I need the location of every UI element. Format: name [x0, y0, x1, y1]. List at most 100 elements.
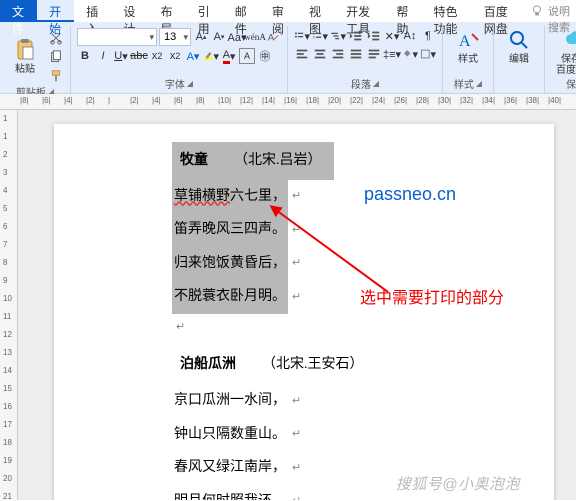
editing-button[interactable]: 编辑 — [500, 28, 538, 65]
para-mark-icon: ↵ — [292, 284, 301, 310]
para-mark-icon: ↵ — [292, 488, 301, 500]
ruler-vertical[interactable]: 1123456789101112131415161718192021 — [0, 110, 18, 500]
font-dialog-icon[interactable]: ◢ — [187, 79, 193, 88]
tab-layout[interactable]: 布局 — [149, 0, 186, 22]
poem2-line-3[interactable]: 春风又绿江南岸， — [172, 451, 288, 485]
bullets-button[interactable]: ▾ — [294, 28, 310, 44]
paste-button[interactable]: 粘贴 — [6, 28, 44, 84]
page-area[interactable]: 牧童 （北宋.吕岩） 草铺横野六七里，↵ 笛弄晚风三四声。↵ 归来饱饭黄昏后，↵… — [18, 110, 576, 500]
group-save: 保存到 百度网盘 保存 — [545, 26, 576, 93]
poem1-line-4[interactable]: 不脱蓑衣卧月明。 — [172, 280, 288, 314]
tab-developer[interactable]: 开发工具 — [334, 0, 384, 22]
align-center-button[interactable] — [312, 46, 328, 62]
tab-mail[interactable]: 邮件 — [223, 0, 260, 22]
svg-text:A: A — [268, 33, 275, 44]
tab-home[interactable]: 开始 — [37, 0, 74, 22]
menu-tabs: 文件 开始 插入 设计 布局 引用 邮件 审阅 视图 开发工具 帮助 特色功能 … — [0, 0, 576, 22]
numbering-button[interactable]: 12▾ — [312, 28, 328, 44]
styles-dialog-icon[interactable]: ◢ — [476, 79, 482, 88]
svg-text:A: A — [459, 33, 471, 50]
bold-button[interactable]: B — [77, 48, 93, 64]
font-color-button[interactable]: A▾ — [221, 48, 237, 64]
tab-design[interactable]: 设计 — [111, 0, 148, 22]
copy-button[interactable] — [48, 49, 64, 65]
poem1-author[interactable]: （北宋.吕岩） — [216, 142, 334, 180]
tell-me[interactable]: 操作说明搜索 — [530, 0, 576, 22]
para-mark-icon: ↵ — [292, 388, 301, 414]
cloud-icon — [564, 28, 576, 52]
tab-review[interactable]: 审阅 — [260, 0, 297, 22]
poem1-line-2[interactable]: 笛弄晚风三四声。 — [172, 213, 288, 247]
para-mark-icon: ↵ — [292, 421, 301, 447]
tab-help[interactable]: 帮助 — [384, 0, 421, 22]
para-dialog-icon[interactable]: ◢ — [373, 79, 379, 88]
char-border-button[interactable]: A — [239, 48, 255, 64]
tab-netdisk[interactable]: 百度网盘 — [472, 0, 522, 22]
superscript-button[interactable]: x2 — [167, 48, 183, 64]
poem1-line-3[interactable]: 归来饱饭黄昏后， — [172, 247, 288, 281]
line-spacing-button[interactable]: ‡≡▾ — [384, 46, 400, 62]
find-icon — [507, 28, 531, 52]
align-right-button[interactable] — [330, 46, 346, 62]
document-content[interactable]: 牧童 （北宋.吕岩） 草铺横野六七里，↵ 笛弄晚风三四声。↵ 归来饱饭黄昏后，↵… — [172, 142, 376, 500]
annotation-url: passneo.cn — [364, 184, 456, 205]
poem2-author[interactable]: （北宋.王安石） — [244, 346, 376, 384]
svg-text:2: 2 — [313, 35, 315, 40]
tab-insert[interactable]: 插入 — [74, 0, 111, 22]
cut-button[interactable] — [48, 30, 64, 46]
watermark: 搜狐号@小奥泡泡 — [396, 473, 520, 494]
font-size-select[interactable]: 13 — [159, 28, 191, 46]
change-case-button[interactable]: Aa▾ — [229, 29, 245, 45]
enclose-char-button[interactable]: ㊥ — [257, 48, 273, 64]
format-painter-button[interactable] — [48, 68, 64, 84]
strike-button[interactable]: abc — [131, 48, 147, 64]
paste-icon — [13, 38, 37, 62]
save-netdisk-button[interactable]: 保存到 百度网盘 — [551, 28, 576, 76]
highlight-button[interactable]: ▾ — [203, 48, 219, 64]
sort-button[interactable]: A↕ — [402, 28, 418, 44]
para-mark-icon: ↵ — [292, 183, 301, 209]
group-clipboard: 粘贴 剪贴板◢ — [0, 26, 71, 93]
group-font: 13 A▴ A▾ Aa▾ wénA A B I U▾ abc x2 x2 A▾ … — [71, 26, 288, 93]
para-mark-icon: ↵ — [292, 455, 301, 481]
para-mark-icon: ↵ — [292, 217, 301, 243]
clear-format-button[interactable]: A — [265, 29, 281, 45]
shading-button[interactable]: ▾ — [402, 46, 418, 62]
para-mark-icon: ↵ — [176, 314, 185, 340]
poem2-line-4[interactable]: 明月何时照我还。 — [172, 485, 288, 500]
styles-button[interactable]: A 样式 — [449, 28, 487, 65]
show-marks-button[interactable]: ¶ — [420, 28, 436, 44]
grow-font-button[interactable]: A▴ — [193, 29, 209, 45]
tab-view[interactable]: 视图 — [297, 0, 334, 22]
font-family-select[interactable] — [77, 28, 157, 46]
distribute-button[interactable] — [366, 46, 382, 62]
shrink-font-button[interactable]: A▾ — [211, 29, 227, 45]
poem1-line-1[interactable]: 草铺横野六七里， — [172, 180, 288, 214]
underline-button[interactable]: U▾ — [113, 48, 129, 64]
decrease-indent-button[interactable] — [348, 28, 364, 44]
tab-file[interactable]: 文件 — [0, 0, 37, 22]
bulb-icon — [530, 4, 544, 18]
italic-button[interactable]: I — [95, 48, 111, 64]
tab-special[interactable]: 特色功能 — [422, 0, 472, 22]
borders-button[interactable]: ▾ — [420, 46, 436, 62]
align-left-button[interactable] — [294, 46, 310, 62]
poem2-title[interactable]: 泊船瓜洲 — [172, 346, 244, 384]
asian-layout-button[interactable]: ✕▾ — [384, 28, 400, 44]
text-effects-button[interactable]: A▾ — [185, 48, 201, 64]
justify-button[interactable] — [348, 46, 364, 62]
group-editing: 编辑 — [494, 26, 545, 93]
subscript-button[interactable]: x2 — [149, 48, 165, 64]
ruler-horizontal[interactable]: |8||6||4||2|||2||4||6||8||10||12||14||16… — [0, 94, 576, 110]
styles-icon: A — [456, 28, 480, 52]
group-paragraph: ▾ 12▾ ▾ ✕▾ A↕ ¶ ‡≡▾ ▾ ▾ 段落◢ — [288, 26, 443, 93]
page: 牧童 （北宋.吕岩） 草铺横野六七里，↵ 笛弄晚风三四声。↵ 归来饱饭黄昏后，↵… — [54, 124, 554, 500]
tab-references[interactable]: 引用 — [186, 0, 223, 22]
poem2-line-2[interactable]: 钟山只隔数重山。 — [172, 418, 288, 452]
phonetic-guide-button[interactable]: wénA — [247, 29, 263, 45]
multilevel-button[interactable]: ▾ — [330, 28, 346, 44]
poem1-title[interactable]: 牧童 — [172, 142, 216, 180]
increase-indent-button[interactable] — [366, 28, 382, 44]
ribbon: 粘贴 剪贴板◢ 13 A▴ A▾ Aa▾ wénA A B I — [0, 22, 576, 94]
poem2-line-1[interactable]: 京口瓜洲一水间， — [172, 384, 288, 418]
